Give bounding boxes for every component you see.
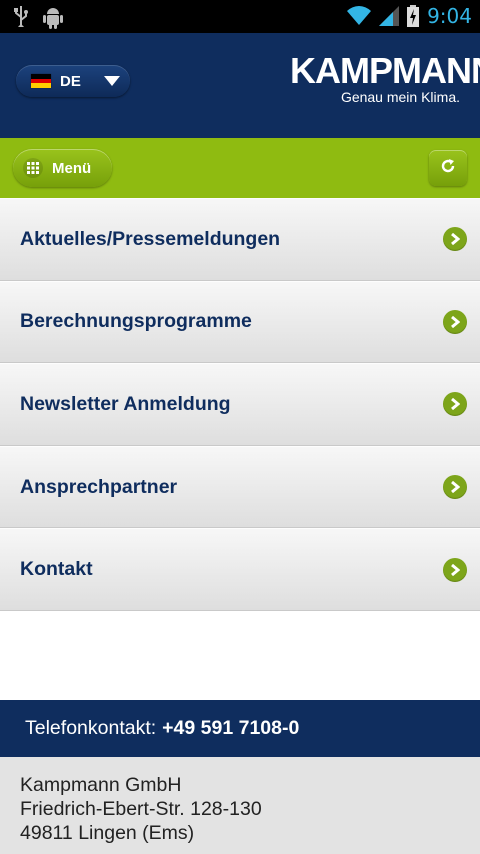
toolbar: Menü [0, 138, 480, 198]
android-debug-icon [42, 5, 64, 29]
chevron-right-icon [443, 227, 467, 252]
nav-item-ansprechpartner[interactable]: Ansprechpartner [0, 445, 480, 529]
phone-number[interactable]: +49 591 7108-0 [162, 717, 299, 740]
menu-button[interactable]: Menü [13, 149, 112, 187]
nav-item-label: Newsletter Anmeldung [20, 392, 231, 415]
chevron-right-icon [443, 392, 467, 417]
wifi-icon [347, 6, 372, 26]
brand-name: KAMPMANN [290, 50, 480, 91]
refresh-button[interactable] [429, 150, 467, 186]
signal-icon [379, 6, 400, 26]
grid-icon [23, 158, 43, 178]
phone-label: Telefonkontakt: [25, 717, 157, 739]
clock: 9:04 [427, 4, 472, 28]
address-line: Kampmann GmbH [20, 774, 182, 796]
phone-contact-bar[interactable]: Telefonkontakt: +49 591 7108-0 [0, 700, 480, 757]
germany-flag-icon [31, 74, 51, 89]
status-bar: 9:04 [0, 0, 480, 33]
nav-item-label: Aktuelles/Pressemeldungen [20, 227, 281, 250]
address-line: 49811 Lingen (Ems) [20, 822, 195, 844]
nav-item-label: Ansprechpartner [20, 475, 178, 498]
address-line: Friedrich-Ebert-Str. 128-130 [20, 798, 262, 820]
battery-charging-icon [407, 5, 420, 27]
refresh-icon [440, 158, 456, 179]
app-header: DE KAMPMANN Genau mein Klima. [0, 33, 480, 138]
nav-list: Aktuelles/Pressemeldungen Berechnungspro… [0, 198, 480, 611]
language-selector[interactable]: DE [16, 65, 130, 97]
chevron-right-icon [443, 309, 467, 334]
nav-item-berechnungsprogramme[interactable]: Berechnungsprogramme [0, 280, 480, 364]
chevron-down-icon [103, 76, 120, 86]
nav-item-kontakt[interactable]: Kontakt [0, 528, 480, 611]
nav-item-newsletter[interactable]: Newsletter Anmeldung [0, 363, 480, 446]
chevron-right-icon [443, 475, 467, 500]
nav-item-label: Berechnungsprogramme [20, 310, 252, 333]
chevron-right-icon [443, 557, 467, 582]
nav-item-aktuelles[interactable]: Aktuelles/Pressemeldungen [0, 198, 480, 281]
brand-logo: KAMPMANN Genau mein Klima. [290, 50, 480, 106]
menu-label: Menü [52, 159, 92, 177]
nav-item-label: Kontakt [20, 558, 93, 581]
usb-icon [14, 5, 28, 29]
company-address: Kampmann GmbH Friedrich-Ebert-Str. 128-1… [0, 757, 480, 854]
language-label: DE [60, 72, 81, 90]
brand-tagline: Genau mein Klima. [340, 89, 460, 105]
